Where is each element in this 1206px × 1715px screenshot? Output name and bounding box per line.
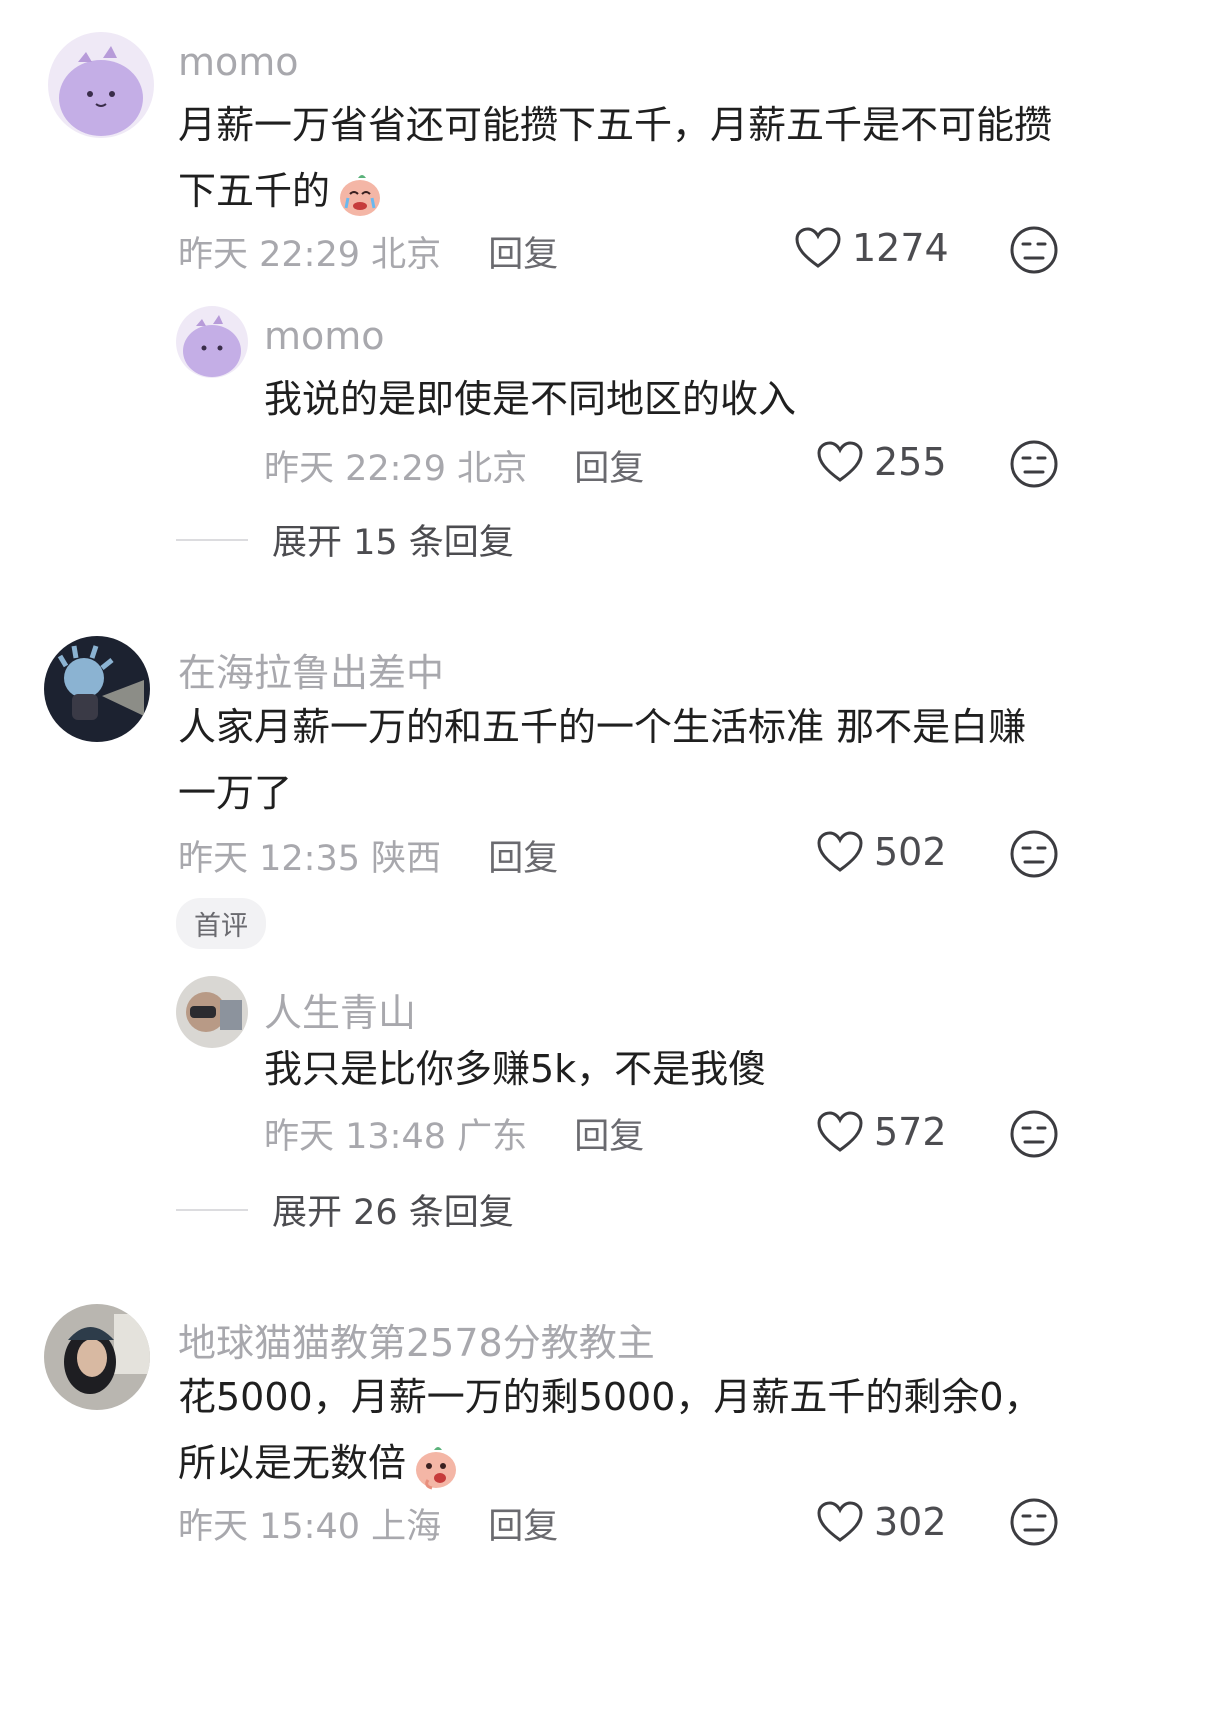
reply-button[interactable]: 回复 xyxy=(574,449,644,489)
heart-outline-icon xyxy=(817,1501,863,1542)
username[interactable]: 地球猫猫教第2578分教教主 xyxy=(178,1312,655,1367)
expand-replies-button[interactable]: 展开 26 条回复 xyxy=(176,1184,514,1235)
comment-text-line: 一万了 xyxy=(178,771,293,815)
comment-text: 花5000，月薪一万的剩5000，月薪五千的剩余0， 所以是无数倍 xyxy=(178,1364,1098,1496)
like-count: 1274 xyxy=(852,226,949,270)
comment-time: 昨天 15:40 xyxy=(178,1507,360,1547)
username[interactable]: 人生青山 xyxy=(264,982,416,1037)
comment-text-line-2: 所以是无数倍 xyxy=(178,1430,1098,1496)
like-count: 502 xyxy=(874,830,947,874)
dislike-button[interactable] xyxy=(1008,828,1060,880)
reply-button[interactable]: 回复 xyxy=(488,235,558,275)
first-comment-badge: 首评 xyxy=(176,898,266,949)
like-button[interactable]: 1274 xyxy=(794,226,949,270)
username[interactable]: momo xyxy=(264,314,385,358)
avatar[interactable] xyxy=(44,636,150,742)
meh-face-icon xyxy=(1010,226,1058,274)
heart-outline-icon xyxy=(817,441,863,482)
meh-face-icon xyxy=(1010,1110,1058,1158)
avatar[interactable] xyxy=(44,1304,150,1410)
meh-face-icon xyxy=(1010,830,1058,878)
avatar[interactable] xyxy=(48,32,154,138)
comment-text: 人家月薪一万的和五千的一个生活标准 那不是白赚 一万了 xyxy=(178,694,1078,826)
like-button[interactable]: 572 xyxy=(816,1110,947,1154)
reply-button[interactable]: 回复 xyxy=(488,839,558,879)
comment-meta: 昨天 22:29 北京 回复 xyxy=(264,440,644,491)
comment-meta: 昨天 12:35 陕西 回复 xyxy=(178,830,558,881)
comment-meta: 昨天 22:29 北京 回复 xyxy=(178,226,558,277)
comment-text: 月薪一万省省还可能攒下五千，月薪五千是不可能攒下五千的 xyxy=(178,92,1078,224)
comment-text: 我只是比你多赚5k，不是我傻 xyxy=(264,1047,767,1091)
crying-face-emoji xyxy=(334,168,386,220)
reply-button[interactable]: 回复 xyxy=(488,1507,558,1547)
like-button[interactable]: 255 xyxy=(816,440,947,484)
heart-outline-icon xyxy=(817,831,863,872)
comment-meta: 昨天 15:40 上海 回复 xyxy=(178,1498,558,1549)
username[interactable]: 在海拉鲁出差中 xyxy=(178,642,444,697)
comment-text-line: 花5000，月薪一万的剩5000，月薪五千的剩余0， xyxy=(178,1375,1042,1419)
dislike-button[interactable] xyxy=(1008,1108,1060,1160)
like-count: 255 xyxy=(874,440,947,484)
dislike-button[interactable] xyxy=(1008,224,1060,276)
dislike-button[interactable] xyxy=(1008,438,1060,490)
heart-outline-icon xyxy=(817,1111,863,1152)
comment-text-line: 人家月薪一万的和五千的一个生活标准 那不是白赚 xyxy=(178,705,1027,749)
divider xyxy=(176,538,248,541)
like-button[interactable]: 502 xyxy=(816,830,947,874)
username[interactable]: momo xyxy=(178,40,299,84)
meh-face-icon xyxy=(1010,440,1058,488)
like-button[interactable]: 302 xyxy=(816,1500,947,1544)
dislike-button[interactable] xyxy=(1008,1496,1060,1548)
avatar[interactable] xyxy=(176,976,248,1048)
like-count: 572 xyxy=(874,1110,947,1154)
divider xyxy=(176,1208,248,1211)
meh-face-icon xyxy=(1010,1498,1058,1546)
reply-button[interactable]: 回复 xyxy=(574,1117,644,1157)
comment-text: 我说的是即使是不同地区的收入 xyxy=(264,377,797,421)
comment-meta: 昨天 13:48 广东 回复 xyxy=(264,1108,644,1159)
comment-time: 昨天 22:29 xyxy=(264,449,446,489)
comment-location: 陕西 xyxy=(371,839,442,879)
comment-text-content: 月薪一万省省还可能攒下五千，月薪五千是不可能攒下五千的 xyxy=(178,103,1053,213)
expand-replies-label: 展开 26 条回复 xyxy=(272,1193,514,1233)
teasing-face-emoji xyxy=(410,1440,462,1492)
like-count: 302 xyxy=(874,1500,947,1544)
comment-text-content: 所以是无数倍 xyxy=(178,1441,407,1485)
comment-location: 北京 xyxy=(457,449,528,489)
comment-time: 昨天 12:35 xyxy=(178,839,360,879)
avatar[interactable] xyxy=(176,306,248,378)
comment-time: 昨天 22:29 xyxy=(178,235,360,275)
comment-location: 北京 xyxy=(371,235,442,275)
comment-time: 昨天 13:48 xyxy=(264,1117,446,1157)
expand-replies-label: 展开 15 条回复 xyxy=(272,523,514,563)
comment-location: 广东 xyxy=(457,1117,528,1157)
expand-replies-button[interactable]: 展开 15 条回复 xyxy=(176,514,514,565)
heart-outline-icon xyxy=(795,227,841,268)
comment-location: 上海 xyxy=(371,1507,442,1547)
